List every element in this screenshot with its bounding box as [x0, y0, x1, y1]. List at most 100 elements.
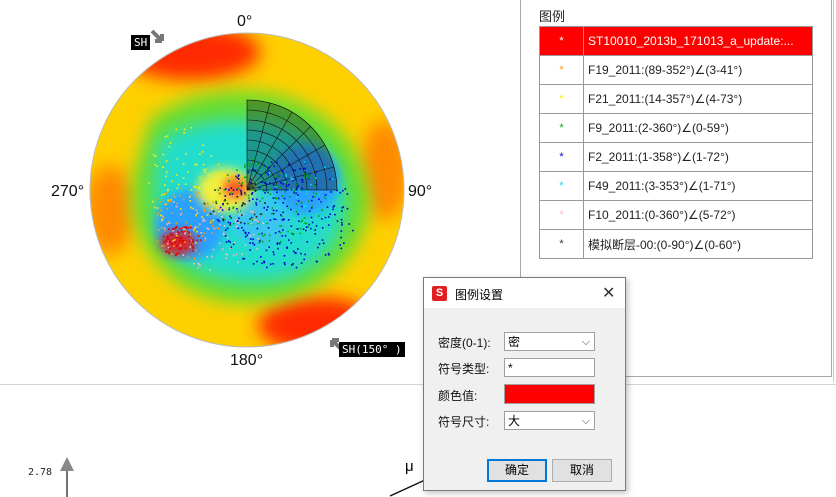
scatter-point [314, 184, 316, 187]
scatter-point [297, 248, 299, 250]
legend-row[interactable]: * F2_2011:(1-358°)∠(1-72°) [539, 142, 813, 172]
scatter-point [252, 187, 254, 189]
scatter-point [282, 211, 284, 214]
scatter-point [250, 210, 252, 213]
scatter-point [172, 234, 174, 236]
scatter-point [288, 184, 290, 186]
scatter-point [193, 229, 195, 231]
legend-row[interactable]: * F9_2011:(2-360°)∠(0-59°) [539, 113, 813, 143]
scatter-point [197, 235, 200, 237]
scatter-point [342, 189, 344, 192]
legend-row[interactable]: * 模拟断层-00:(0-90°)∠(0-60°) [539, 229, 813, 259]
scatter-point [330, 191, 332, 193]
scatter-point [176, 236, 179, 238]
scatter-point [169, 234, 172, 236]
scatter-point [278, 230, 280, 233]
scatter-point [261, 240, 264, 243]
scatter-point [265, 183, 268, 185]
scatter-point [280, 225, 283, 227]
scatter-point [244, 164, 246, 166]
scatter-point [252, 263, 255, 265]
scatter-point [318, 215, 320, 217]
density-select[interactable]: 密 ⌵ [504, 332, 595, 351]
scatter-point [223, 225, 226, 227]
scatter-point [207, 195, 209, 198]
symbol-type-value: * [508, 361, 513, 375]
scatter-point [218, 242, 221, 245]
scatter-point [197, 267, 199, 269]
scatter-point [186, 256, 189, 259]
scatter-point [252, 234, 255, 236]
scatter-point [180, 213, 182, 216]
scatter-point [245, 179, 248, 182]
scatter-point [164, 192, 167, 194]
scatter-point [204, 171, 206, 173]
scatter-point [165, 175, 167, 178]
scatter-point [241, 182, 244, 184]
scatter-point [253, 158, 256, 160]
symbol-type-input[interactable]: * [504, 358, 595, 377]
scatter-point [235, 219, 238, 221]
color-label: 颜色值: [438, 389, 478, 403]
scatter-point [243, 257, 246, 260]
scatter-point [301, 205, 303, 208]
scatter-point [281, 195, 284, 197]
legend-row[interactable]: * F19_2011:(89-352°)∠(3-41°) [539, 55, 813, 85]
symbol-size-select[interactable]: 大 ⌵ [504, 411, 595, 430]
legend-row[interactable]: * F21_2011:(14-357°)∠(4-73°) [539, 84, 813, 114]
scatter-point [304, 167, 306, 170]
scatter-point [330, 206, 332, 208]
scatter-point [280, 215, 283, 218]
scatter-point [321, 218, 323, 220]
scatter-point [217, 228, 220, 230]
scatter-point [175, 222, 178, 225]
scatter-point [254, 169, 257, 172]
legend-row[interactable]: * F10_2011:(0-360°)∠(5-72°) [539, 200, 813, 230]
scatter-point [330, 225, 332, 227]
scatter-point [247, 232, 250, 234]
scatter-point [176, 157, 179, 160]
scatter-point [249, 249, 251, 251]
dialog-titlebar[interactable]: S 图例设置 ✕ [424, 278, 625, 308]
scatter-point [174, 241, 176, 243]
scatter-point [272, 183, 275, 186]
scatter-point [241, 253, 243, 256]
scatter-point [258, 187, 261, 189]
density-value: 密 [508, 335, 521, 349]
scatter-point [282, 218, 285, 220]
legend-row[interactable]: * F49_2011:(3-353°)∠(1-71°) [539, 171, 813, 201]
scatter-point [295, 211, 298, 213]
scatter-point [324, 216, 327, 219]
scatter-point [264, 182, 266, 184]
scatter-point [165, 171, 168, 173]
scatter-point [311, 199, 313, 202]
legend-row[interactable]: * ST10010_2013b_171013_a_update:... [539, 26, 813, 56]
scatter-point [172, 201, 175, 203]
scatter-point [237, 227, 240, 230]
scatter-point [268, 166, 271, 169]
scatter-point [273, 253, 275, 256]
scatter-point [291, 232, 294, 235]
scatter-point [273, 165, 276, 168]
scatter-point [218, 199, 221, 202]
scatter-point [228, 180, 230, 182]
scatter-point [188, 231, 190, 234]
scatter-point [193, 257, 196, 260]
panel-divider [0, 384, 836, 385]
scatter-point [249, 183, 251, 185]
scatter-point [211, 255, 213, 258]
cancel-button[interactable]: 取消 [552, 459, 612, 482]
scatter-point [252, 198, 254, 200]
color-swatch[interactable] [504, 384, 595, 404]
scatter-point [253, 213, 256, 216]
scatter-point [179, 237, 182, 240]
scatter-point [272, 209, 275, 212]
scatter-point [187, 227, 189, 229]
scatter-point [268, 239, 271, 242]
scatter-point [254, 180, 257, 182]
ok-button[interactable]: 确定 [487, 459, 547, 482]
scatter-point [340, 247, 343, 250]
scatter-point [280, 182, 282, 184]
scatter-point [225, 253, 227, 255]
close-icon[interactable]: ✕ [602, 283, 615, 303]
